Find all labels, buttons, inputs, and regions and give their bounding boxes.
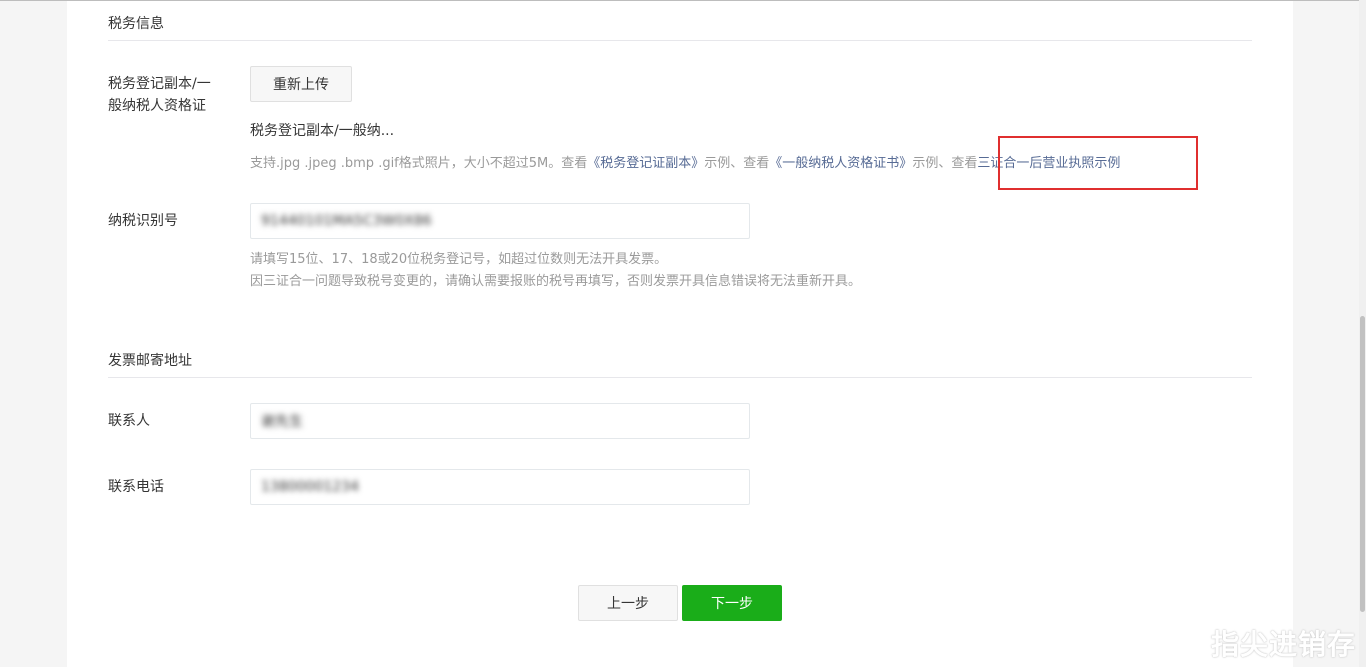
section-title-mail: 发票邮寄地址: [108, 353, 192, 369]
tips-prefix: 支持.jpg .jpeg .bmp .gif格式照片，大小不超过5M。查看: [250, 156, 588, 171]
certificate-label-line1: 税务登记副本/一: [108, 76, 211, 92]
phone-value: 13800001234: [261, 479, 359, 495]
certificate-label: 税务登记副本/一 般纳税人资格证: [108, 73, 211, 117]
tips-separator: 示例、查看: [704, 156, 770, 171]
prev-step-button[interactable]: 上一步: [578, 585, 678, 621]
next-step-button[interactable]: 下一步: [682, 585, 782, 621]
tax-id-hint-2: 因三证合一问题导致税号变更的，请确认需要报账的税号再填写，否则发票开具信息错误将…: [250, 274, 862, 289]
contact-input[interactable]: 谢先生: [250, 403, 750, 439]
tax-id-input[interactable]: 91440101MA5C3W0X86: [250, 203, 750, 239]
section-divider: [108, 377, 1252, 378]
main-panel: 税务信息 税务登记副本/一 般纳税人资格证 重新上传 税务登记副本/一般纳...…: [67, 1, 1293, 667]
highlight-box: [998, 136, 1198, 190]
tax-registration-example-link[interactable]: 《税务登记证副本》: [587, 156, 704, 171]
phone-label: 联系电话: [108, 479, 164, 495]
section-title-tax: 税务信息: [108, 16, 164, 32]
phone-input[interactable]: 13800001234: [250, 469, 750, 505]
watermark: 指尖进销存: [1210, 628, 1356, 661]
contact-value: 谢先生: [261, 414, 303, 430]
section-divider: [108, 40, 1252, 41]
upload-tips: 支持.jpg .jpeg .bmp .gif格式照片，大小不超过5M。查看《税务…: [250, 152, 1120, 171]
tips-separator: 示例、查看: [912, 156, 978, 171]
uploaded-filename: 税务登记副本/一般纳...: [250, 123, 395, 139]
tax-id-value: 91440101MA5C3W0X86: [261, 213, 432, 229]
taxpayer-certificate-example-link[interactable]: 《一般纳税人资格证书》: [769, 156, 912, 171]
reupload-button[interactable]: 重新上传: [250, 66, 352, 102]
certificate-label-line2: 般纳税人资格证: [108, 98, 206, 114]
scrollbar-track[interactable]: [1359, 0, 1366, 667]
tax-id-hint-1: 请填写15位、17、18或20位税务登记号，如超过位数则无法开具发票。: [250, 252, 668, 267]
contact-label: 联系人: [108, 413, 150, 429]
tax-id-label: 纳税识别号: [108, 213, 178, 229]
scrollbar-thumb[interactable]: [1360, 316, 1365, 612]
